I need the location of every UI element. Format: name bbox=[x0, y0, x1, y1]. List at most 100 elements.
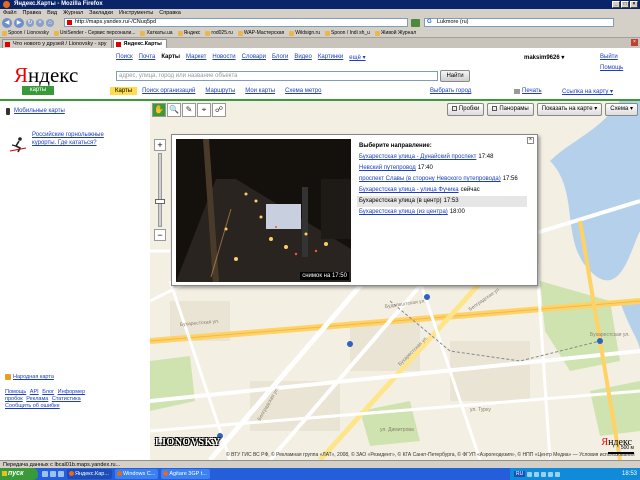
bookmark-item[interactable]: Spoon / Lionovsky bbox=[2, 29, 49, 37]
people-map-link[interactable]: Народная карта bbox=[5, 374, 54, 380]
close-window-button[interactable]: × bbox=[630, 1, 638, 8]
find-button[interactable]: Найти bbox=[440, 70, 470, 82]
bookmark-item[interactable]: Wildsign.ru bbox=[289, 29, 320, 37]
zoom-slider-thumb[interactable] bbox=[155, 199, 165, 204]
point-tool-icon[interactable]: ⌖ bbox=[197, 103, 211, 117]
service-link-video[interactable]: Видео bbox=[294, 54, 312, 61]
map-type-dropdown[interactable]: Схема ▾ bbox=[605, 103, 638, 116]
close-tab-icon[interactable]: × bbox=[631, 39, 638, 46]
panoramas-toggle[interactable]: Панорамы bbox=[487, 103, 534, 116]
show-on-map-dropdown[interactable]: Показать на карте ▾ bbox=[536, 103, 603, 116]
quicklaunch-icon[interactable] bbox=[50, 471, 56, 477]
tray-icon[interactable] bbox=[534, 471, 540, 477]
bookmark-item[interactable]: Spoon / Indi sh_u bbox=[325, 29, 370, 37]
maximize-button[interactable]: □ bbox=[621, 1, 629, 8]
help-link[interactable]: Помощь bbox=[600, 65, 623, 71]
traffic-toggle[interactable]: Пробки bbox=[446, 103, 485, 116]
service-link-blogs[interactable]: Блоги bbox=[272, 54, 288, 61]
minimize-button[interactable]: _ bbox=[612, 1, 620, 8]
menu-edit[interactable]: Правка bbox=[23, 9, 42, 17]
service-link-mail[interactable]: Почта bbox=[139, 54, 156, 61]
tab-yandex-maps[interactable]: Яндекс.Карты bbox=[112, 39, 167, 48]
tab-friends[interactable]: Что нового у друзей / Lionovsky - spy bbox=[2, 39, 112, 48]
stop-icon[interactable]: × bbox=[36, 19, 44, 27]
service-link-market[interactable]: Маркет bbox=[186, 54, 206, 61]
map-canvas[interactable]: Будапештская ул. Бухарестская ул. Белгра… bbox=[150, 101, 640, 460]
popup-close-button[interactable]: × bbox=[527, 137, 534, 144]
browser-search-text: Lukmore (ru) bbox=[437, 19, 469, 25]
tray-icon[interactable] bbox=[548, 471, 554, 477]
go-button[interactable] bbox=[411, 19, 420, 27]
menu-help[interactable]: Справка bbox=[159, 9, 181, 17]
service-link-news[interactable]: Новости bbox=[212, 54, 235, 61]
home-icon[interactable]: ⌂ bbox=[46, 19, 54, 27]
tab-routes[interactable]: Маршруты bbox=[200, 87, 240, 95]
direction-item[interactable]: Невский путепровод 17:40 bbox=[357, 163, 527, 174]
bookmark-item[interactable]: Яндекс bbox=[177, 29, 200, 37]
service-link-search[interactable]: Поиск bbox=[116, 54, 133, 61]
tab-my-maps[interactable]: Мои карты bbox=[240, 87, 280, 95]
footer-link-informer[interactable]: Информер bbox=[58, 389, 86, 395]
tray-icon[interactable] bbox=[527, 471, 533, 477]
tab-maps[interactable]: Карты bbox=[110, 87, 138, 95]
menu-view[interactable]: Вид bbox=[47, 9, 57, 17]
ski-resorts-link[interactable]: Российские горнолыжные курорты. Где ката… bbox=[32, 131, 122, 147]
language-indicator[interactable]: RU bbox=[514, 471, 526, 477]
menu-history[interactable]: Журнал bbox=[63, 9, 83, 17]
map-link-dropdown[interactable]: Ссылка на карту ▾ bbox=[562, 88, 613, 95]
zoom-in-button[interactable]: + bbox=[154, 139, 166, 151]
print-link[interactable]: Печать bbox=[514, 88, 542, 94]
footer-link-traffic[interactable]: пробок bbox=[5, 396, 23, 402]
tab-metro[interactable]: Схема метро bbox=[280, 87, 326, 95]
footer-link-help[interactable]: Помощь bbox=[5, 389, 26, 395]
service-link-images[interactable]: Картинки bbox=[318, 54, 343, 61]
logout-link[interactable]: Выйти bbox=[600, 54, 618, 60]
bookmark-item[interactable]: Хаткаты.ua bbox=[140, 29, 173, 37]
layer-tool-icon[interactable]: ☍ bbox=[212, 103, 226, 117]
bookmark-item[interactable]: Живой Журнал bbox=[374, 29, 416, 37]
direction-item[interactable]: Бухарестская улица (из центра) 18:00 bbox=[357, 207, 527, 218]
start-button[interactable]: пуск bbox=[0, 468, 38, 480]
tray-icon[interactable] bbox=[555, 471, 561, 477]
footer-link-blog[interactable]: Блог bbox=[42, 389, 54, 395]
taskbar-item-agitare[interactable]: Agitare 3GP t... bbox=[161, 469, 210, 479]
menu-file[interactable]: Файл bbox=[3, 9, 17, 17]
choose-city-link[interactable]: Выбрать город bbox=[430, 88, 471, 94]
footer-link-stats[interactable]: Статистика bbox=[52, 396, 81, 402]
hand-tool-icon[interactable]: ✋ bbox=[152, 103, 166, 117]
taskbar-item-windows[interactable]: Windows C... bbox=[114, 469, 159, 479]
footer-link-ads[interactable]: Реклама bbox=[26, 396, 48, 402]
quicklaunch-icon[interactable] bbox=[58, 471, 64, 477]
browser-search-field[interactable]: G Lukmore (ru) bbox=[424, 18, 614, 27]
bookmark-item[interactable]: UniSender - Сервис персонали... bbox=[53, 29, 135, 37]
service-link-more[interactable]: ещё ▾ bbox=[349, 54, 365, 61]
mobile-maps-link[interactable]: Мобильные карты bbox=[6, 108, 65, 115]
yandex-logo[interactable]: Яндекс bbox=[14, 63, 78, 88]
menu-tools[interactable]: Инструменты bbox=[119, 9, 153, 17]
service-link-dictionaries[interactable]: Словари bbox=[242, 54, 266, 61]
direction-item[interactable]: Бухарестская улица - Дунайский проспект 1… bbox=[357, 152, 527, 163]
url-bar[interactable]: http://maps.yandex.ru/-/CNuq5pd bbox=[64, 18, 408, 27]
zoom-out-button[interactable]: − bbox=[154, 229, 166, 241]
bookmark-item[interactable]: WAP-Мастерская bbox=[237, 29, 284, 37]
map-search-input[interactable]: адрес, улица, город или название объекта bbox=[116, 71, 438, 81]
footer-link-report[interactable]: Сообщить об ошибке bbox=[5, 403, 60, 409]
tab-org-search[interactable]: Поиск организаций bbox=[137, 87, 200, 95]
forward-icon[interactable]: ▶ bbox=[14, 18, 24, 28]
direction-item-selected[interactable]: Бухарестская улица (в центр) 17:53 bbox=[357, 196, 527, 207]
map-scale: 500 м bbox=[608, 445, 634, 454]
ruler-tool-icon[interactable]: ✎ bbox=[182, 103, 196, 117]
direction-item[interactable]: Бухарестская улица - улица Фучика сейчас bbox=[357, 185, 527, 196]
tray-icon[interactable] bbox=[541, 471, 547, 477]
user-menu[interactable]: maksim9626 ▾ bbox=[524, 54, 564, 61]
back-icon[interactable]: ◀ bbox=[2, 18, 12, 28]
quicklaunch-icon[interactable] bbox=[42, 471, 48, 477]
zoom-slider[interactable] bbox=[155, 153, 165, 227]
bookmark-item[interactable]: rod025.ru bbox=[205, 29, 233, 37]
taskbar-item-firefox[interactable]: Яндекс.Кар... bbox=[67, 469, 112, 479]
footer-link-api[interactable]: API bbox=[30, 389, 39, 395]
direction-item[interactable]: проспект Славы (в сторону Невского путеп… bbox=[357, 174, 527, 185]
magnifier-tool-icon[interactable]: 🔍 bbox=[167, 103, 181, 117]
reload-icon[interactable]: ↻ bbox=[26, 19, 34, 27]
menu-bookmarks[interactable]: Закладки bbox=[89, 9, 113, 17]
